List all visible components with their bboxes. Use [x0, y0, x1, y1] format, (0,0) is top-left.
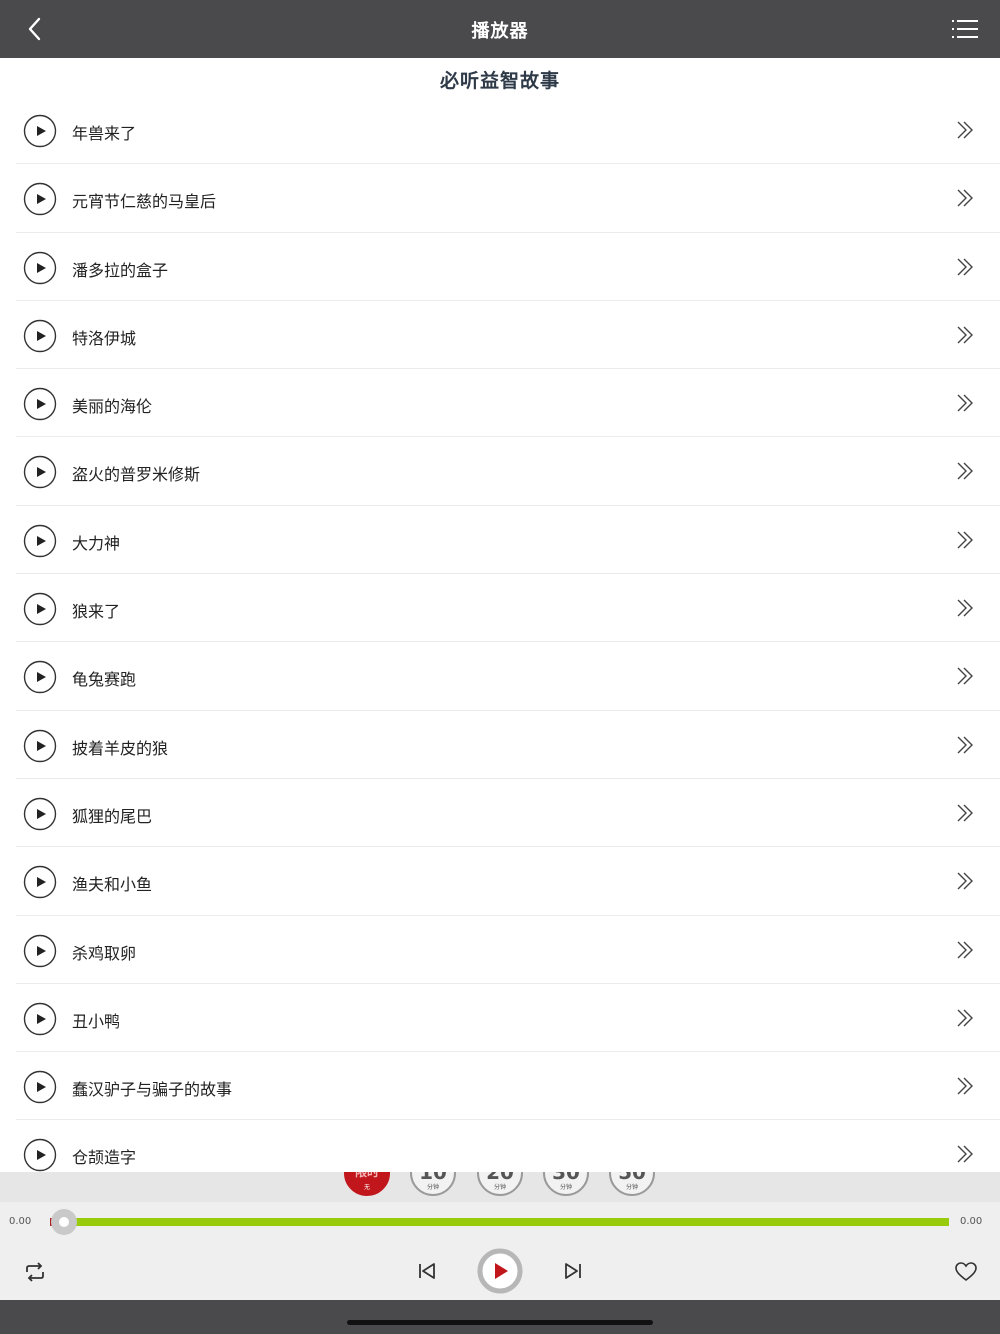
double-chevron-right-icon[interactable] — [954, 597, 976, 619]
total-time: 0.00 — [960, 1216, 983, 1227]
list-menu-icon[interactable] — [948, 12, 982, 46]
list-item-label: 杀鸡取卵 — [72, 943, 137, 963]
timer-option-unit: 分钟 — [625, 1184, 638, 1191]
double-chevron-right-icon[interactable] — [954, 392, 976, 414]
skip-next-icon[interactable] — [562, 1260, 584, 1282]
play-circle-icon[interactable] — [23, 182, 57, 216]
list-item-label: 龟兔赛跑 — [72, 670, 137, 690]
double-chevron-right-icon[interactable] — [954, 939, 976, 961]
double-chevron-right-icon[interactable] — [954, 256, 976, 278]
double-chevron-right-icon[interactable] — [954, 119, 976, 141]
list-item-label: 丑小鸭 — [72, 1011, 121, 1031]
timer-option-value: 限时 — [354, 1172, 379, 1179]
list-item-label: 狐狸的尾巴 — [72, 806, 153, 826]
list-item[interactable]: 盗火的普罗米修斯 — [16, 437, 1000, 506]
list-item-label: 狼来了 — [72, 602, 121, 622]
play-circle-icon[interactable] — [23, 592, 57, 626]
play-circle-icon[interactable] — [23, 797, 57, 831]
play-circle-icon[interactable] — [23, 1002, 57, 1036]
double-chevron-right-icon[interactable] — [954, 324, 976, 346]
sleep-timer-options: 限时无 10 分钟 20 分钟 30 分钟 50 分钟 — [0, 1172, 1000, 1202]
list-item[interactable]: 龟兔赛跑 — [16, 642, 1000, 711]
list-item[interactable]: 仓颉造字 — [16, 1120, 1000, 1172]
play-circle-icon[interactable] — [23, 319, 57, 353]
list-item[interactable]: 杀鸡取卵 — [16, 916, 1000, 984]
list-item[interactable]: 丑小鸭 — [16, 984, 1000, 1053]
page-title: 播放器 — [471, 21, 529, 42]
play-circle-icon[interactable] — [23, 524, 57, 558]
timer-option[interactable]: 限时无 — [344, 1172, 390, 1196]
list-item[interactable]: 元宵节仁慈的马皇后 — [16, 164, 1000, 233]
heart-icon[interactable] — [954, 1261, 978, 1283]
story-list: 年兽来了元宵节仁慈的马皇后 潘多拉的盒子 特洛伊城美丽的海伦盗火的普罗米修斯 大力神狼… — [0, 96, 1000, 1172]
list-item-label: 元宵节仁慈的马皇后 — [72, 192, 217, 212]
timer-option-unit: 分钟 — [559, 1184, 572, 1191]
list-item-label: 披着羊皮的狼 — [72, 738, 169, 758]
home-indicator[interactable] — [347, 1320, 653, 1325]
double-chevron-right-icon[interactable] — [954, 1007, 976, 1029]
current-time: 0.00 — [9, 1216, 32, 1227]
timer-option[interactable]: 10 分钟 — [410, 1172, 456, 1196]
progress-bar[interactable] — [50, 1218, 949, 1226]
play-circle-icon[interactable] — [23, 251, 57, 285]
list-title: 必听益智故事 — [439, 70, 560, 92]
timer-option-value: 50 — [618, 1172, 646, 1184]
list-item[interactable]: 狼来了 — [16, 574, 1000, 643]
list-item-label: 蠢汉驴子与骗子的故事 — [72, 1080, 233, 1100]
play-circle-icon[interactable] — [23, 387, 57, 421]
list-item[interactable]: 大力神 — [16, 506, 1000, 575]
timer-option[interactable]: 30 分钟 — [543, 1172, 589, 1196]
play-circle-icon[interactable] — [23, 660, 57, 694]
repeat-icon[interactable] — [22, 1260, 48, 1284]
double-chevron-right-icon[interactable] — [954, 665, 976, 687]
play-circle-icon[interactable] — [23, 1138, 57, 1172]
timer-option-unit: 分钟 — [426, 1184, 439, 1191]
skip-previous-icon[interactable] — [416, 1260, 438, 1282]
list-item-label: 盗火的普罗米修斯 — [72, 465, 201, 485]
list-item[interactable]: 美丽的海伦 — [16, 369, 1000, 438]
double-chevron-right-icon[interactable] — [954, 734, 976, 756]
list-item-label: 仓颉造字 — [72, 1148, 137, 1168]
play-button-icon[interactable] — [477, 1248, 523, 1294]
list-item-label: 渔夫和小鱼 — [72, 875, 153, 895]
double-chevron-right-icon[interactable] — [954, 870, 976, 892]
timer-option[interactable]: 50 分钟 — [609, 1172, 655, 1196]
progress-thumb[interactable] — [51, 1209, 77, 1235]
double-chevron-right-icon[interactable] — [954, 802, 976, 824]
list-item-label: 大力神 — [72, 533, 121, 553]
timer-option-unit: 分钟 — [493, 1184, 506, 1191]
play-circle-icon[interactable] — [23, 729, 57, 763]
play-circle-icon[interactable] — [23, 865, 57, 899]
list-item[interactable]: 蠢汉驴子与骗子的故事 — [16, 1052, 1000, 1121]
list-item[interactable]: 渔夫和小鱼 — [16, 847, 1000, 916]
double-chevron-right-icon[interactable] — [954, 1143, 976, 1165]
timer-option-value: 30 — [552, 1172, 580, 1184]
list-item[interactable]: 潘多拉的盒子 — [16, 233, 1000, 301]
list-item-label: 美丽的海伦 — [72, 397, 153, 417]
double-chevron-right-icon[interactable] — [954, 460, 976, 482]
play-circle-icon[interactable] — [23, 455, 57, 489]
list-item-label: 潘多拉的盒子 — [72, 260, 169, 280]
list-item[interactable]: 特洛伊城 — [16, 301, 1000, 370]
list-item-label: 年兽来了 — [72, 124, 137, 143]
play-circle-icon[interactable] — [23, 1070, 57, 1104]
play-circle-icon[interactable] — [23, 934, 57, 968]
timer-option-value: 10 — [419, 1172, 447, 1184]
list-item-label: 特洛伊城 — [72, 328, 137, 348]
double-chevron-right-icon[interactable] — [954, 187, 976, 209]
list-item[interactable]: 年兽来了 — [16, 96, 1000, 165]
double-chevron-right-icon[interactable] — [954, 1075, 976, 1097]
double-chevron-right-icon[interactable] — [954, 529, 976, 551]
navbar: 播放器 — [0, 0, 1000, 58]
list-item[interactable]: 披着羊皮的狼 — [16, 711, 1000, 779]
timer-option-value: 20 — [486, 1172, 514, 1184]
bottom-bar — [0, 1300, 1000, 1334]
timer-option-unit: 无 — [363, 1184, 370, 1191]
play-circle-icon[interactable] — [23, 114, 57, 148]
list-item[interactable]: 狐狸的尾巴 — [16, 779, 1000, 848]
timer-option[interactable]: 20 分钟 — [477, 1172, 523, 1196]
